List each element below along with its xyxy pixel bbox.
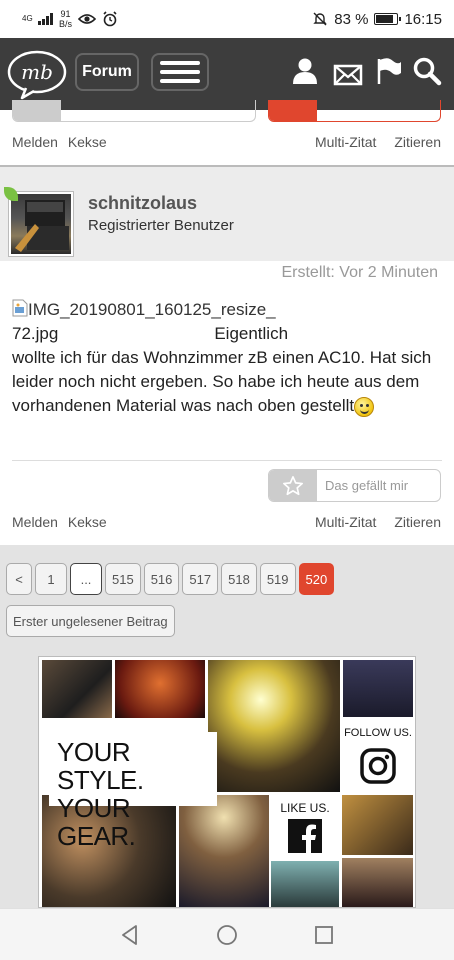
ad-photo xyxy=(115,660,205,718)
cookies-link[interactable]: Kekse xyxy=(68,134,107,150)
ad-photo xyxy=(208,660,340,792)
ad-headline: YOUR STYLE. YOUR GEAR. xyxy=(49,732,217,850)
post-user-block: schnitzolaus Registrierter Benutzer xyxy=(0,167,454,261)
page-button[interactable]: 519 xyxy=(259,563,296,595)
flag-icon[interactable] xyxy=(374,56,404,86)
cookies-link[interactable]: Kekse xyxy=(68,514,107,530)
network-speed: 91 B/s xyxy=(59,9,73,29)
first-unread-button[interactable]: Erster ungelesener Beitrag xyxy=(6,605,175,637)
mail-icon[interactable] xyxy=(333,60,363,90)
liked-button-stub[interactable] xyxy=(268,100,441,122)
post-timestamp: Erstellt: Vor 2 Minuten xyxy=(281,264,438,281)
home-icon[interactable] xyxy=(215,923,239,947)
quote-link[interactable]: Zitieren xyxy=(394,134,441,150)
page-button[interactable]: 1 xyxy=(35,563,67,595)
clock: 16:15 xyxy=(404,10,442,28)
post-text-first: Eigentlich xyxy=(214,324,289,343)
recents-icon[interactable] xyxy=(312,923,336,947)
report-link[interactable]: Melden xyxy=(12,134,58,150)
user-icon[interactable] xyxy=(290,56,320,86)
broken-image-icon xyxy=(12,299,28,317)
post-actions: Melden Kekse Multi-Zitat Zitieren xyxy=(0,134,454,154)
instagram-icon xyxy=(360,748,396,784)
like-button-stub[interactable] xyxy=(12,100,256,122)
current-page-button[interactable]: 520 xyxy=(298,563,335,595)
post-body: IMG_20190801_160125_resize_ 72.jpg Eigent… xyxy=(12,298,442,418)
page-button[interactable]: 515 xyxy=(105,563,141,595)
battery-percent: 83 % xyxy=(334,10,369,28)
advertisement-banner[interactable]: YOUR STYLE. YOUR GEAR. FOLLOW US. LIKE U… xyxy=(38,656,416,908)
page-button[interactable]: 518 xyxy=(221,563,257,595)
forum-button[interactable]: Forum xyxy=(75,53,139,91)
signal-icon xyxy=(38,13,53,25)
logo-text: mb xyxy=(21,60,53,84)
post-actions: Melden Kekse Multi-Zitat Zitieren xyxy=(0,514,454,534)
username[interactable]: schnitzolaus xyxy=(88,193,197,214)
ad-follow-us: FOLLOW US. xyxy=(342,717,414,793)
previous-post-footer: Melden Kekse Multi-Zitat Zitieren xyxy=(0,100,454,166)
mute-bell-icon xyxy=(313,12,327,26)
post-divider xyxy=(12,460,442,461)
user-title: Registrierter Benutzer xyxy=(88,217,234,234)
menu-button[interactable] xyxy=(151,53,209,91)
site-logo[interactable]: mb xyxy=(6,48,68,100)
system-nav-bar xyxy=(0,908,454,960)
page-jump-button[interactable]: ... xyxy=(70,563,102,595)
star-icon xyxy=(283,475,303,495)
pagination: < 1 ... 515 516 517 518 519 520 xyxy=(6,563,335,595)
report-link[interactable]: Melden xyxy=(12,514,58,530)
eye-icon xyxy=(78,14,97,24)
multi-quote-link[interactable]: Multi-Zitat xyxy=(315,514,376,530)
battery-icon xyxy=(374,13,402,25)
network-type: 4G xyxy=(22,14,33,23)
back-icon[interactable] xyxy=(118,923,142,947)
multi-quote-link[interactable]: Multi-Zitat xyxy=(315,134,376,150)
alarm-icon xyxy=(103,11,117,27)
image-alt-text-1: IMG_20190801_160125_resize_ xyxy=(28,300,276,319)
prev-page-button[interactable]: < xyxy=(6,563,32,595)
like-label: Das gefällt mir xyxy=(325,478,409,493)
ad-photo xyxy=(343,660,413,718)
ad-photo xyxy=(42,660,112,718)
image-alt-text-2: 72.jpg xyxy=(12,324,59,343)
broken-image[interactable]: IMG_20190801_160125_resize_ xyxy=(12,298,442,322)
status-bar: 4G 91 B/s 83 % 16:15 xyxy=(0,0,454,38)
quote-link[interactable]: Zitieren xyxy=(394,514,441,530)
page-button[interactable]: 516 xyxy=(143,563,180,595)
ad-photo xyxy=(342,858,413,907)
page-button[interactable]: 517 xyxy=(182,563,219,595)
facebook-icon xyxy=(288,819,322,853)
smiley-icon xyxy=(354,396,375,417)
search-icon[interactable] xyxy=(412,56,442,86)
online-leaf-icon xyxy=(4,187,18,201)
ad-photo xyxy=(342,795,413,855)
ad-photo xyxy=(271,861,339,907)
ad-like-us: LIKE US. xyxy=(271,795,339,859)
like-button[interactable]: Das gefällt mir xyxy=(268,469,441,502)
